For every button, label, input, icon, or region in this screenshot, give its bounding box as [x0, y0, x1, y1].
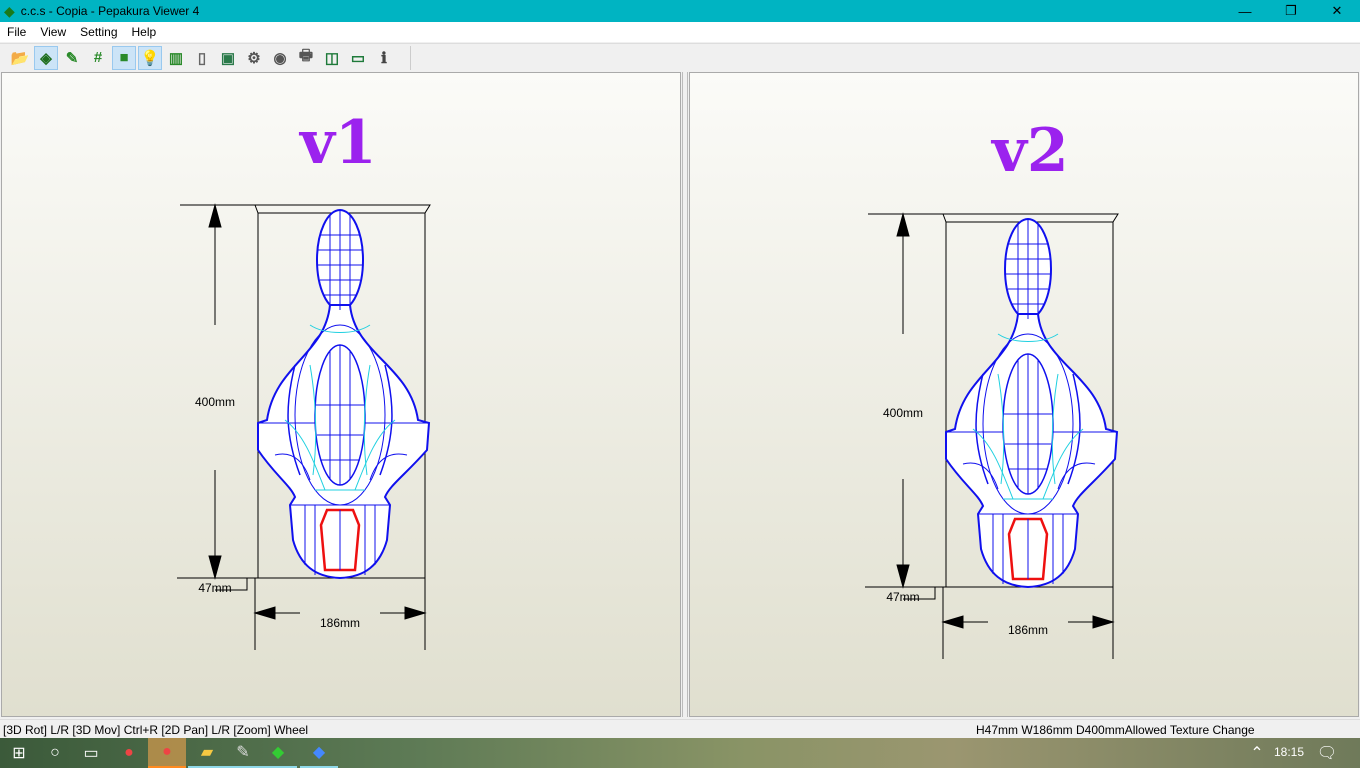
search-circle-icon[interactable]: ○ [36, 738, 74, 768]
chrome-icon[interactable]: ● [110, 738, 148, 768]
menu-view[interactable]: View [33, 25, 73, 39]
settings-gear-button[interactable]: ⚙ [242, 46, 266, 70]
minimize-button[interactable]: — [1222, 0, 1268, 22]
menu-file[interactable]: File [0, 25, 33, 39]
start-windows-icon[interactable]: ⊞ [0, 738, 38, 768]
single-view-icon: ▭ [350, 49, 366, 67]
pepakura-designer-icon[interactable]: ◆ [300, 738, 338, 768]
taskbar: ⊞ ○ ▭ ● ● ▰ ✎ ◆ ◆ ⌃ 18:15 🗨 [0, 738, 1360, 768]
3d-view-button[interactable]: ◈ [34, 45, 58, 70]
open-button[interactable]: 📂 [8, 46, 32, 70]
status-hint: [3D Rot] L/R [3D Mov] Ctrl+R [2D Pan] L/… [3, 723, 309, 737]
tray-chevron-icon[interactable]: ⌃ [1238, 738, 1276, 768]
toolbar: 📂 ◈ ✎ # ■ 💡 ▥ ▯ ▣ ⚙ ◉ 🖶 ◫ ▭ ℹ [0, 43, 1360, 71]
page-number-icon: ▯ [197, 49, 207, 67]
light-bulb-button[interactable]: 💡 [138, 45, 162, 70]
number-button[interactable]: # [86, 46, 110, 70]
edit-line-button[interactable]: ✎ [60, 46, 84, 70]
window-title: c.c.s - Copia - Pepakura Viewer 4 [20, 4, 200, 18]
edit-line-icon: ✎ [65, 49, 79, 67]
single-view-button[interactable]: ▭ [346, 46, 370, 70]
status-dimensions: H47mm W186mm D400mmAllowed Texture Chang… [976, 723, 1255, 737]
toolbar-separator [410, 46, 411, 70]
clock[interactable]: 18:15 [1274, 745, 1304, 759]
task-view-icon[interactable]: ▭ [72, 738, 110, 768]
menu-setting[interactable]: Setting [73, 25, 124, 39]
view-rotate-button[interactable]: ◉ [268, 46, 292, 70]
menu-bar: File View Setting Help [0, 22, 1360, 42]
pane-splitter[interactable] [682, 72, 688, 717]
view-label-v1: v1 [300, 108, 377, 178]
maximize-button[interactable]: ❐ [1268, 0, 1314, 22]
info-icon: ℹ [381, 49, 387, 67]
chrome-active-icon[interactable]: ● [148, 738, 186, 768]
cube-button[interactable]: ■ [112, 45, 136, 70]
file-explorer-icon[interactable]: ▰ [188, 738, 226, 768]
split-view-icon: ◫ [324, 49, 340, 67]
close-button[interactable]: ✕ [1314, 0, 1360, 22]
view-rotate-icon: ◉ [273, 49, 287, 67]
print-button[interactable]: 🖶 [294, 46, 318, 70]
pepakura-icon[interactable]: ◆ [259, 738, 297, 768]
cube-icon: ■ [119, 49, 129, 66]
title-bar: ◆ c.c.s - Copia - Pepakura Viewer 4 — ❐ … [0, 0, 1360, 22]
light-bulb-icon: 💡 [140, 49, 160, 67]
notifications-icon[interactable]: 🗨 [1308, 738, 1346, 768]
fit-view-icon: ▣ [220, 49, 236, 67]
paint-icon[interactable]: ✎ [224, 738, 262, 768]
menu-help[interactable]: Help [125, 25, 164, 39]
open-icon: 📂 [10, 49, 30, 67]
print-icon: 🖶 [298, 47, 314, 64]
page-number-button[interactable]: ▯ [190, 46, 214, 70]
settings-gear-icon: ⚙ [247, 49, 261, 67]
view-label-v2: v2 [992, 116, 1069, 186]
map-icon: ▥ [168, 49, 184, 67]
fit-view-button[interactable]: ▣ [216, 46, 240, 70]
map-button[interactable]: ▥ [164, 46, 188, 70]
3d-view-icon: ◈ [40, 49, 52, 67]
app-icon: ◆ [4, 2, 15, 19]
status-bar: [3D Rot] L/R [3D Mov] Ctrl+R [2D Pan] L/… [0, 719, 1360, 738]
split-view-button[interactable]: ◫ [320, 46, 344, 70]
info-button[interactable]: ℹ [372, 46, 396, 70]
number-icon: # [93, 49, 103, 66]
